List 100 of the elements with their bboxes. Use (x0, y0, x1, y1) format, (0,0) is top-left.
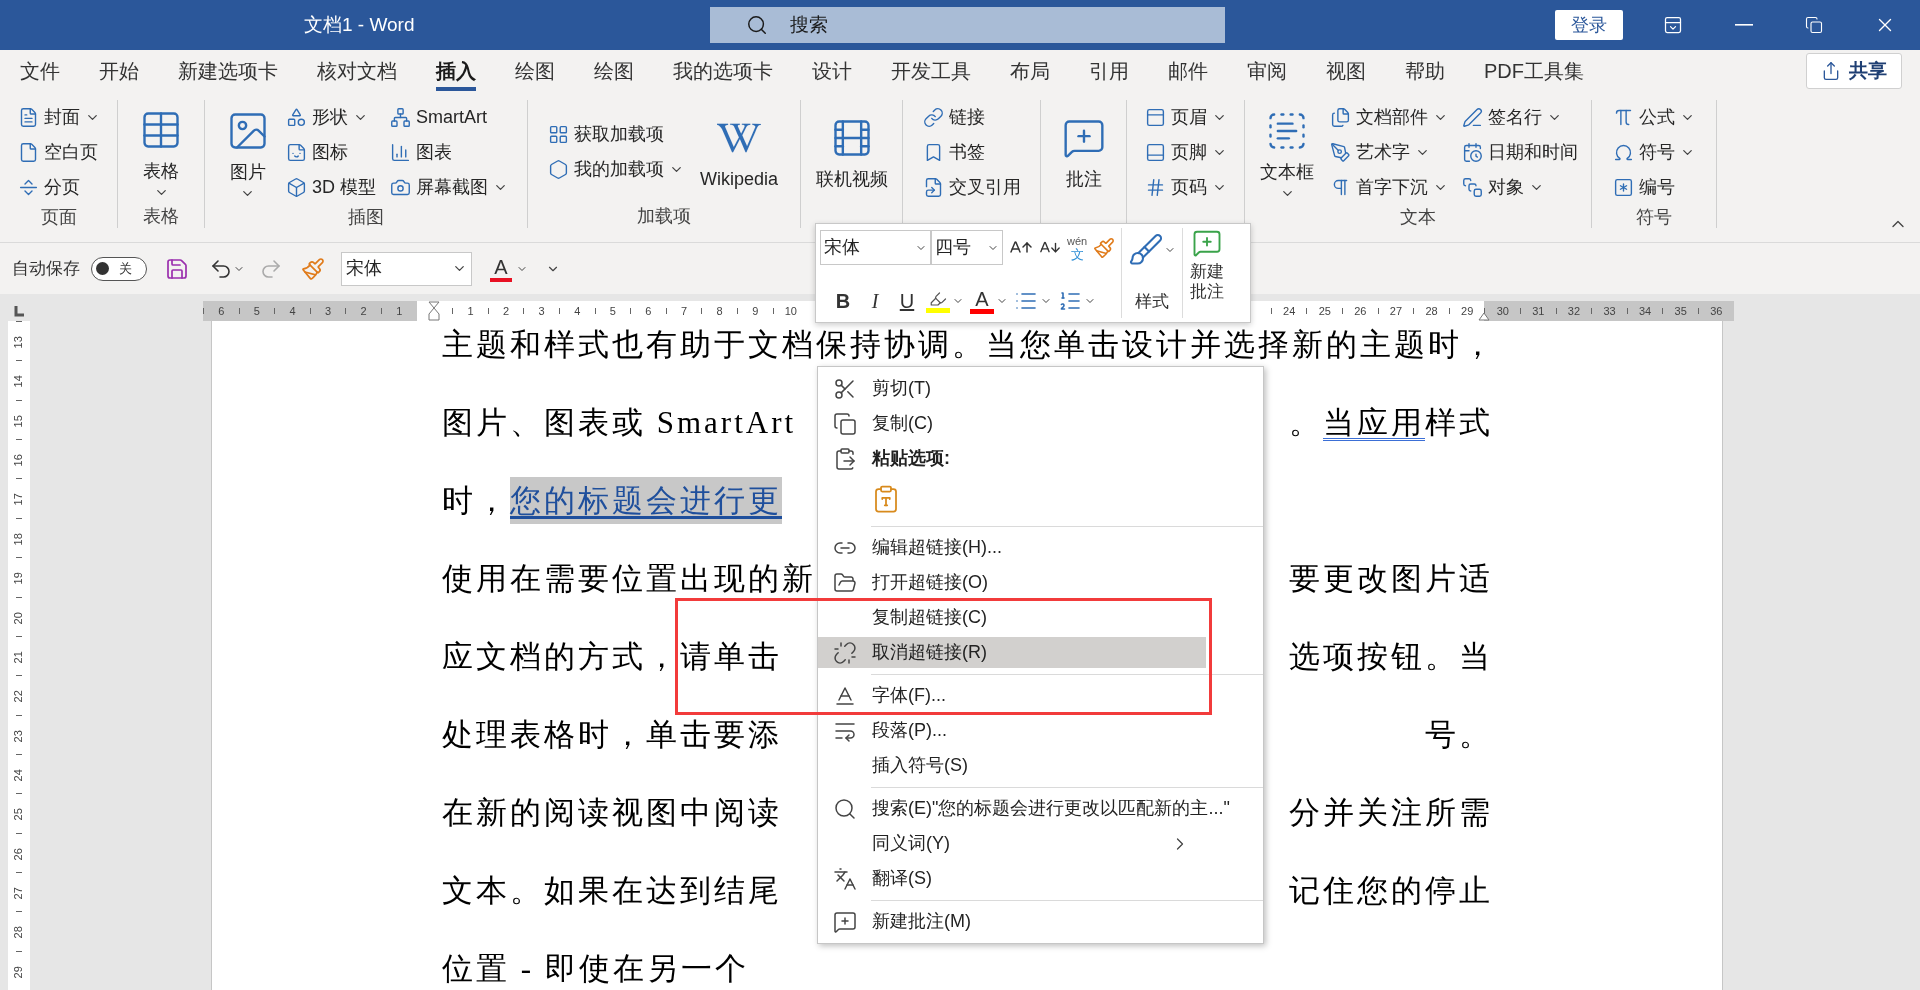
ribbon-tab[interactable]: 文件 (20, 51, 60, 91)
ruler-number: 23 (11, 729, 26, 742)
ribbon-button[interactable]: 签名行 (1458, 100, 1582, 135)
ribbon-button[interactable]: 联机视频 (809, 111, 894, 193)
font-size-select[interactable]: 四号 (931, 230, 1003, 265)
format-button[interactable]: B (830, 286, 856, 316)
ribbon-button[interactable]: 编号 (1609, 170, 1699, 205)
numbering-button[interactable] (1058, 289, 1096, 313)
group-label: 加载项 (636, 205, 692, 228)
font-color-button[interactable]: A (970, 288, 1008, 314)
ribbon-button[interactable]: 页眉 (1140, 100, 1231, 135)
ribbon-tab[interactable]: 引用 (1089, 51, 1129, 91)
ribbon-button[interactable]: 页脚 (1140, 135, 1231, 170)
ribbon-button[interactable]: 形状 (282, 100, 380, 135)
menu-section-header: 粘贴选项: (872, 447, 950, 470)
ribbon-tab[interactable]: 核对文档 (317, 51, 397, 91)
ribbon-tab[interactable]: 开始 (99, 51, 139, 91)
ribbon-tab[interactable]: 邮件 (1168, 51, 1208, 91)
search-field[interactable]: 搜索 (710, 7, 1226, 43)
ribbon-tab[interactable]: 我的选项卡 (673, 51, 773, 91)
format-painter-button[interactable] (301, 256, 325, 281)
ribbon-button[interactable]: 我的加载项 (544, 152, 688, 187)
ribbon-button[interactable]: 对象 (1458, 170, 1582, 205)
ribbon-tab[interactable]: 绘图 (515, 51, 555, 91)
ribbon-button[interactable]: 日期和时间 (1458, 135, 1582, 170)
ruler-number: 8 (715, 303, 724, 319)
ruler-number: 19 (11, 572, 26, 585)
ribbon-tab[interactable]: 绘图 (594, 51, 634, 91)
pen-tool-icon (1330, 142, 1351, 163)
styles-button[interactable]: 样式 (1128, 228, 1177, 318)
ribbon-button[interactable]: 交叉引用 (918, 170, 1025, 205)
sticker-icon (286, 142, 307, 163)
minimize-icon (1734, 24, 1753, 26)
ribbon-button[interactable]: 公式 (1609, 100, 1699, 135)
ribbon-button[interactable]: 页码 (1140, 170, 1231, 205)
paintbrush-icon (301, 256, 325, 281)
ruler-number: 4 (288, 303, 297, 319)
ribbon-button[interactable]: 3D 模型 (282, 170, 380, 205)
ribbon-tab[interactable]: PDF工具集 (1484, 51, 1584, 91)
font-select[interactable]: 宋体 (820, 230, 931, 265)
ribbon-button[interactable]: SmartArt (386, 100, 512, 135)
ribbon-button[interactable]: 符号 (1609, 135, 1699, 170)
save-button[interactable] (165, 256, 189, 281)
ribbon-tab[interactable]: 插入 (436, 51, 476, 91)
ribbon-tab[interactable]: 帮助 (1405, 51, 1445, 91)
hyperlink[interactable]: 您的标题会进行更 (510, 476, 782, 524)
ruler-number: 9 (751, 303, 760, 319)
menu-item[interactable]: 取消超链接(R) (818, 637, 1206, 668)
ribbon-tab[interactable]: 开发工具 (891, 51, 971, 91)
ribbon-button[interactable]: 文档部件 (1326, 100, 1452, 135)
group-label: 页面 (39, 206, 78, 229)
document-text: 号。 (1425, 715, 1493, 754)
ribbon-button[interactable]: 屏幕截图 (386, 170, 512, 205)
ribbon-button[interactable]: 获取加载项 (544, 117, 688, 152)
ruler-number: 24 (1282, 303, 1297, 319)
ribbon-tab[interactable]: 设计 (812, 51, 852, 91)
ribbon-button[interactable]: 图表 (386, 135, 512, 170)
ruler-number: 31 (1531, 303, 1546, 319)
ribbon-tab[interactable]: 审阅 (1247, 51, 1287, 91)
font-select[interactable]: 宋体 (341, 251, 472, 286)
ribbon-button[interactable]: 批注 (1055, 111, 1112, 193)
ribbon-button[interactable]: 空白页 (13, 135, 104, 170)
new-comment-button[interactable]: 新建批注 (1189, 228, 1226, 318)
format-button[interactable]: I (862, 286, 888, 316)
ruler-number: 21 (11, 651, 26, 664)
format-button[interactable]: U (894, 286, 920, 316)
shapes-icon (286, 107, 307, 128)
numbered-list-icon (1058, 289, 1082, 313)
ribbon-tab[interactable]: 布局 (1010, 51, 1050, 91)
format-painter-button[interactable] (1093, 236, 1116, 259)
highlight-button[interactable] (926, 289, 964, 313)
ribbon-button[interactable]: 链接 (918, 100, 1025, 135)
group-label: 文本 (1399, 206, 1437, 229)
ribbon-button[interactable]: 表格 (133, 104, 189, 200)
ribbon-tab[interactable]: 视图 (1326, 51, 1366, 91)
ribbon-button[interactable]: 艺术字 (1326, 135, 1452, 170)
ruler-number: 26 (11, 847, 26, 861)
ruler-number: 32 (1566, 303, 1582, 319)
font-color-button[interactable]: A (490, 255, 528, 282)
ribbon-tab[interactable]: 新建选项卡 (178, 51, 278, 91)
autosave-toggle[interactable]: 关 (91, 256, 147, 281)
ribbon-button[interactable]: 文本框 (1254, 104, 1320, 201)
ribbon-button[interactable]: 书签 (918, 135, 1025, 170)
ribbon-button[interactable]: 图片 (220, 104, 276, 201)
search-icon (833, 796, 857, 821)
save-icon (165, 256, 189, 281)
document-text: 在新的阅读视图中阅读 (442, 793, 782, 832)
ribbon-button[interactable]: 分页 (13, 170, 104, 205)
share-button[interactable]: 共享 (1806, 53, 1902, 89)
ribbon-button[interactable]: 图标 (282, 135, 380, 170)
ribbon-button[interactable]: 封面 (13, 100, 104, 135)
ruler-number: 35 (1673, 303, 1688, 319)
ruler-number: 25 (1317, 303, 1332, 319)
ruler-number: 22 (11, 690, 26, 703)
ruler-number: 28 (1424, 303, 1439, 319)
ribbon-display-icon (1663, 15, 1684, 35)
sign-in-button[interactable]: 登录 (1555, 10, 1623, 40)
ribbon-button[interactable]: 首字下沉 (1326, 170, 1452, 205)
phonetic-guide-button[interactable]: wén 文 (1067, 234, 1088, 261)
ribbon-button[interactable]: Wikipedia (694, 111, 784, 193)
